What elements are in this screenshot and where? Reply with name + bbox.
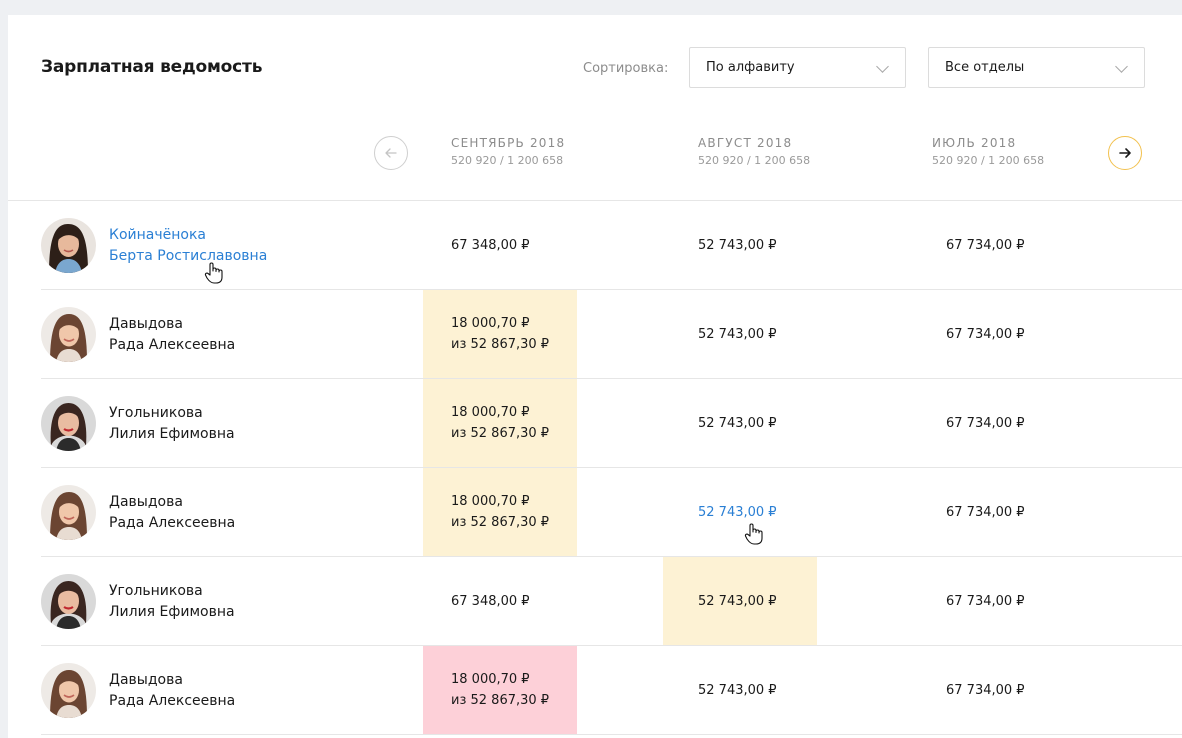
table-row: Угольникова Лилия Ефимовна 18 000,70 ₽ и… [8,379,1182,468]
payroll-table: Койначёнока Берта Ростиславовна 67 348,0… [8,201,1182,735]
salary-cell: 67 734,00 ₽ [917,379,1117,467]
salary-amount: 52 743,00 ₽ [698,593,777,609]
avatar [41,485,96,540]
salary-amount: 52 743,00 ₽ [698,237,777,253]
salary-amount: 18 000,70 ₽ [451,494,530,509]
employee-name-link[interactable]: Койначёнока Берта Ростиславовна [109,225,267,267]
salary-amount: 67 734,00 ₽ [946,326,1025,342]
salary-cell: 52 743,00 ₽ [663,646,817,734]
employee-first-middle-name: Лилия Ефимовна [109,604,235,620]
salary-cell: 67 734,00 ₽ [917,290,1117,378]
salary-amount: 52 743,00 ₽ [698,682,777,698]
table-row: Койначёнока Берта Ростиславовна 67 348,0… [8,201,1182,290]
salary-total: из 52 867,30 ₽ [451,693,550,708]
salary-amount: 67 734,00 ₽ [946,237,1025,253]
employee-last-name: Угольникова [109,583,203,599]
salary-cell: 52 743,00 ₽ [663,468,817,556]
salary-cell: 67 348,00 ₽ [423,201,577,289]
salary-amount: 18 000,70 ₽ [451,672,530,687]
employee-first-middle-name: Лилия Ефимовна [109,426,235,442]
employee-last-name: Давыдова [109,672,183,688]
month-column-header: СЕНТЯБРЬ 2018 520 920 / 1 200 658 [451,136,565,167]
salary-cell-partial: 18 000,70 ₽ из 52 867,30 ₽ [423,290,577,378]
employee-first-middle-name: Рада Алексеевна [109,515,236,531]
salary-cell-partial: 52 743,00 ₽ [663,557,817,645]
salary-amount: 67 348,00 ₽ [451,593,530,609]
salary-amount: 18 000,70 ₽ [451,405,530,420]
table-row: Давыдова Рада Алексеевна 18 000,70 ₽ из … [8,468,1182,557]
month-name: СЕНТЯБРЬ 2018 [451,136,566,150]
salary-cell-partial: 18 000,70 ₽ из 52 867,30 ₽ [423,468,577,556]
avatar [41,218,96,273]
sort-select-value: По алфавиту [706,60,795,75]
salary-cell: 67 734,00 ₽ [917,557,1117,645]
sort-select[interactable]: По алфавиту [689,47,906,88]
salary-amount: 67 348,00 ₽ [451,237,530,253]
salary-total: из 52 867,30 ₽ [451,337,550,352]
month-total: 520 920 / 1 200 658 [932,154,1045,167]
employee-name: Угольникова Лилия Ефимовна [109,581,235,623]
chevron-down-icon [876,60,889,73]
employee-last-name: Койначёнока [109,227,206,243]
avatar [41,307,96,362]
page-title: Зарплатная ведомость [41,57,263,77]
table-row: Угольникова Лилия Ефимовна 67 348,00 ₽ 5… [8,557,1182,646]
month-total: 520 920 / 1 200 658 [698,154,811,167]
employee-name: Давыдова Рада Алексеевна [109,492,235,534]
arrow-right-icon [1119,148,1131,158]
salary-cell: 67 348,00 ₽ [423,557,577,645]
salary-total: из 52 867,30 ₽ [451,515,550,530]
salary-amount-link[interactable]: 52 743,00 ₽ [698,502,817,523]
chevron-down-icon [1115,60,1128,73]
salary-amount: 67 734,00 ₽ [946,593,1025,609]
table-row: Давыдова Рада Алексеевна 18 000,70 ₽ из … [8,646,1182,735]
department-select-value: Все отделы [945,60,1025,75]
salary-amount: 67 734,00 ₽ [946,504,1025,520]
employee-first-middle-name: Берта Ростиславовна [109,248,268,264]
employee-last-name: Угольникова [109,405,203,421]
salary-total: из 52 867,30 ₽ [451,426,550,441]
payroll-card: Зарплатная ведомость Сортировка: По алфа… [8,15,1182,738]
month-name: АВГУСТ 2018 [698,136,793,150]
next-month-button[interactable] [1108,136,1142,170]
sort-label: Сортировка: [583,61,669,76]
salary-amount: 67 734,00 ₽ [946,415,1025,431]
salary-cell: 52 743,00 ₽ [663,379,817,467]
month-column-header: АВГУСТ 2018 520 920 / 1 200 658 [698,136,810,167]
avatar [41,396,96,451]
employee-last-name: Давыдова [109,494,183,510]
avatar [41,663,96,718]
month-total: 520 920 / 1 200 658 [451,154,564,167]
salary-amount: 52 743,00 ₽ [698,415,777,431]
arrow-left-icon [385,148,397,158]
employee-name: Давыдова Рада Алексеевна [109,670,235,712]
employee-first-middle-name: Рада Алексеевна [109,693,236,709]
employee-name: Угольникова Лилия Ефимовна [109,403,235,445]
salary-cell-partial: 18 000,70 ₽ из 52 867,30 ₽ [423,379,577,467]
salary-cell: 67 734,00 ₽ [917,468,1117,556]
salary-cell: 52 743,00 ₽ [663,201,817,289]
salary-amount: 67 734,00 ₽ [946,682,1025,698]
salary-amount: 18 000,70 ₽ [451,316,530,331]
table-row: Давыдова Рада Алексеевна 18 000,70 ₽ из … [8,290,1182,379]
salary-cell: 67 734,00 ₽ [917,201,1117,289]
salary-cell: 67 734,00 ₽ [917,646,1117,734]
employee-name: Давыдова Рада Алексеевна [109,314,235,356]
month-column-header: ИЮЛЬ 2018 520 920 / 1 200 658 [932,136,1044,167]
salary-cell: 52 743,00 ₽ [663,290,817,378]
salary-cell-overdue: 18 000,70 ₽ из 52 867,30 ₽ [423,646,577,734]
prev-month-button[interactable] [374,136,408,170]
salary-amount: 52 743,00 ₽ [698,326,777,342]
month-name: ИЮЛЬ 2018 [932,136,1017,150]
department-select[interactable]: Все отделы [928,47,1145,88]
employee-last-name: Давыдова [109,316,183,332]
employee-first-middle-name: Рада Алексеевна [109,337,236,353]
avatar [41,574,96,629]
